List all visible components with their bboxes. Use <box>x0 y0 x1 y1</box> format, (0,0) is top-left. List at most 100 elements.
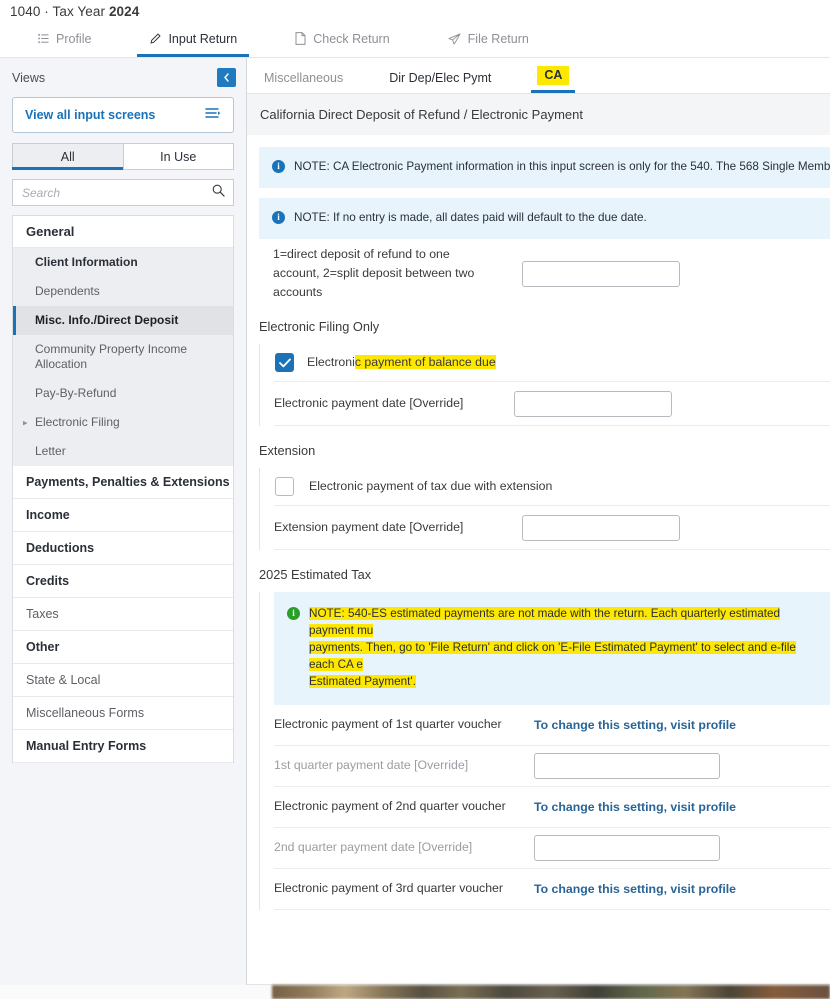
content-area: Miscellaneous Dir Dep/Elec Pymt CA Calif… <box>247 58 830 999</box>
sidebar-group-deductions[interactable]: Deductions <box>13 532 233 565</box>
q1-payment-date-input[interactable] <box>534 753 720 780</box>
sidebar-group-other[interactable]: Other <box>13 631 233 664</box>
sidebar-item-community-property-income-allocation[interactable]: Community Property Income Allocation <box>13 335 233 379</box>
q3-voucher-label: Electronic payment of 3rd quarter vouche… <box>274 881 503 896</box>
sidebar-group-manual-entry-forms[interactable]: Manual Entry Forms <box>13 730 233 763</box>
view-filter-segment: All In Use <box>12 143 234 170</box>
sidebar-group-miscellaneous-forms[interactable]: Miscellaneous Forms <box>13 697 233 730</box>
sidebar-item-label: Community Property Income Allocation <box>35 342 188 371</box>
tab-profile[interactable]: Profile <box>26 26 103 57</box>
body-split: Views View all input screens All In Use … <box>0 58 830 999</box>
q1-voucher-label: Electronic payment of 1st quarter vouche… <box>274 717 502 732</box>
q2-visit-profile-link[interactable]: To change this setting, visit profile <box>534 800 736 814</box>
sidebar-group-label: Manual Entry Forms <box>26 739 147 753</box>
page-title: 1040 · Tax Year 2024 <box>10 4 830 19</box>
note-text-group: NOTE: 540-ES estimated payments are not … <box>309 606 818 691</box>
sidebar-group-income[interactable]: Income <box>13 499 233 532</box>
sidebar: Views View all input screens All In Use … <box>0 58 247 999</box>
sidebar-item-electronic-filing[interactable]: ▸ Electronic Filing <box>13 408 233 437</box>
sidebar-item-letter[interactable]: Letter <box>13 437 233 466</box>
title-year: 2024 <box>108 4 140 19</box>
tab-file-return[interactable]: File Return <box>436 26 541 57</box>
extension-payment-label: Electronic payment of tax due with exten… <box>309 479 553 494</box>
direct-deposit-input[interactable] <box>522 260 680 287</box>
note-text: NOTE: CA Electronic Payment information … <box>294 160 830 173</box>
application-window: 1040 · Tax Year 2024 Profile Input Retur… <box>0 0 830 999</box>
electronic-payment-date-label: Electronic payment date [Override] <box>274 396 464 411</box>
sidebar-group-credits[interactable]: Credits <box>13 565 233 598</box>
panel-title: California Direct Deposit of Refund / El… <box>247 94 830 135</box>
q2-payment-date-input[interactable] <box>534 835 720 862</box>
subtab-ca[interactable]: CA <box>531 58 576 93</box>
sidebar-group-label: Miscellaneous Forms <box>26 706 145 720</box>
tab-check-return[interactable]: Check Return <box>283 26 401 57</box>
tab-check-return-label: Check Return <box>313 31 390 46</box>
tab-input-return-label: Input Return <box>168 31 238 46</box>
sidebar-group-label: Payments, Penalties & Extensions <box>26 475 230 489</box>
sidebar-group-payments-penalties-extensions[interactable]: Payments, Penalties & Extensions <box>13 466 233 499</box>
electronic-filing-only-block: Electronic payment of balance due Electr… <box>259 344 830 427</box>
top-bar: 1040 · Tax Year 2024 <box>0 0 830 26</box>
q1-payment-date-label: 1st quarter payment date [Override] <box>274 758 469 773</box>
pencil-icon <box>149 32 162 45</box>
subtab-label: Dir Dep/Elec Pymt <box>389 71 492 85</box>
sidebar-item-label: Electronic Filing <box>35 415 120 429</box>
sidebar-item-client-information[interactable]: Client Information <box>13 248 233 277</box>
note-text-line-2: payments. Then, go to 'File Return' and … <box>309 641 796 672</box>
tab-file-return-label: File Return <box>467 31 529 46</box>
electronic-filing-only-title: Electronic Filing Only <box>259 319 380 335</box>
row-extension-payment: Electronic payment of tax due with exten… <box>274 468 830 507</box>
filter-in-use-button[interactable]: In Use <box>122 143 234 170</box>
view-all-input-screens-button[interactable]: View all input screens <box>12 97 234 133</box>
nav-general-items: Client Information Dependents Misc. Info… <box>13 248 233 466</box>
chevron-left-icon[interactable] <box>217 68 236 87</box>
sidebar-group-label: State & Local <box>26 673 101 687</box>
extension-payment-checkbox[interactable] <box>275 477 294 497</box>
estimated-tax-block: i NOTE: 540-ES estimated payments are no… <box>259 592 830 911</box>
direct-deposit-label: 1=direct deposit of refund to one accoun… <box>273 246 475 300</box>
sidebar-item-misc-info-direct-deposit[interactable]: Misc. Info./Direct Deposit <box>13 306 233 335</box>
sidebar-group-taxes[interactable]: Taxes <box>13 598 233 631</box>
electronic-payment-date-input[interactable] <box>514 390 672 417</box>
sidebar-group-label: Credits <box>26 574 70 588</box>
list-icon <box>38 33 49 44</box>
note-text-line-1: NOTE: 540-ES estimated payments are not … <box>309 607 780 638</box>
row-q3-voucher: Electronic payment of 3rd quarter vouche… <box>274 869 830 911</box>
row-q2-payment-date: 2nd quarter payment date [Override] <box>274 828 830 870</box>
electronic-payment-balance-due-label: Electronic payment of balance due <box>307 353 496 372</box>
electronic-payment-balance-due-checkbox[interactable] <box>275 353 294 373</box>
label-part-plain: Electroni <box>307 355 355 370</box>
extension-payment-date-input[interactable] <box>522 514 680 541</box>
tab-input-return[interactable]: Input Return <box>137 26 250 57</box>
row-extension-payment-date: Extension payment date [Override] <box>274 506 830 551</box>
info-icon: i <box>287 607 300 621</box>
q1-visit-profile-link[interactable]: To change this setting, visit profile <box>534 718 736 732</box>
blurred-image-thumbnail <box>272 985 830 999</box>
sidebar-group-label: Income <box>26 508 70 522</box>
note-banner-estimated-tax: i NOTE: 540-ES estimated payments are no… <box>274 592 830 706</box>
filter-all-button[interactable]: All <box>12 143 123 170</box>
sidebar-item-dependents[interactable]: Dependents <box>13 277 233 306</box>
q3-visit-profile-link[interactable]: To change this setting, visit profile <box>534 882 736 896</box>
extension-title: Extension <box>259 443 316 459</box>
sidebar-group-label: Taxes <box>26 607 59 621</box>
views-row: Views <box>0 58 246 93</box>
filter-in-use-label: In Use <box>160 149 197 164</box>
sidebar-item-label: Pay-By-Refund <box>35 386 117 400</box>
q2-payment-date-label: 2nd quarter payment date [Override] <box>274 840 473 855</box>
bottom-image-strip <box>0 985 830 999</box>
search-box[interactable] <box>12 179 234 206</box>
filter-all-label: All <box>60 149 75 164</box>
sidebar-group-label: Other <box>26 640 60 654</box>
search-icon[interactable] <box>212 184 225 202</box>
subtab-miscellaneous[interactable]: Miscellaneous <box>258 58 349 93</box>
subtab-dir-dep-elec-pymt[interactable]: Dir Dep/Elec Pymt <box>383 58 497 93</box>
bottom-strip-padding <box>0 985 272 999</box>
sidebar-item-pay-by-refund[interactable]: Pay-By-Refund <box>13 379 233 408</box>
row-direct-deposit: 1=direct deposit of refund to one accoun… <box>259 239 830 302</box>
search-input[interactable] <box>22 185 212 200</box>
note-banner-due-date: i NOTE: If no entry is made, all dates p… <box>259 197 830 239</box>
extension-payment-date-label: Extension payment date [Override] <box>274 520 464 535</box>
label-part-highlighted: c payment of balance due <box>354 355 496 370</box>
sidebar-group-state-local[interactable]: State & Local <box>13 664 233 697</box>
